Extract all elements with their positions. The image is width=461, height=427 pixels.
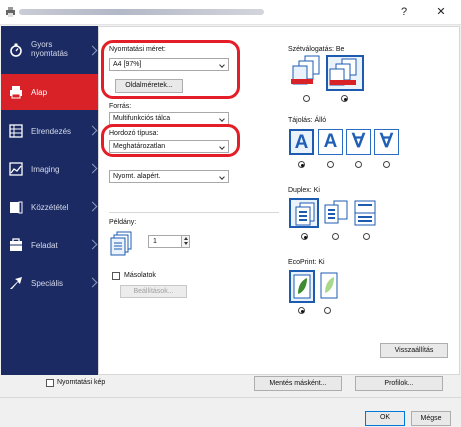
source-label: Forrás:: [109, 103, 132, 110]
sidebar-item-publishing[interactable]: Közzététel: [1, 190, 98, 224]
divider: [109, 212, 279, 213]
chevron-right-icon: [87, 239, 98, 250]
duplex-short-edge-radio[interactable]: [363, 233, 370, 240]
duplex-long-edge-icon[interactable]: [323, 199, 349, 229]
copies-checkbox-label: Másolatok: [124, 272, 156, 279]
collate-value: Be: [335, 46, 345, 53]
dialog-footer: Nyomtatási kép Mentés másként... Profilo…: [0, 376, 461, 427]
sidebar-item-label: Alap: [31, 88, 48, 97]
ok-button[interactable]: OK: [365, 411, 405, 426]
sidebar-item-layout[interactable]: Elrendezés: [1, 114, 98, 148]
footer-divider: [0, 397, 461, 398]
publishing-icon: [10, 201, 23, 214]
sidebar-item-label: Elrendezés: [31, 127, 72, 136]
collate-on-icon: [329, 58, 357, 86]
title-bar: ? ✕: [0, 0, 461, 25]
single-sided-icon: [295, 202, 315, 226]
orientation-radio-4[interactable]: [383, 161, 390, 168]
printing-preferences-window: ? ✕ Gyors nyomtatás Alap Elrendezés Imag…: [0, 0, 461, 427]
copies-spinner[interactable]: 1: [148, 235, 190, 248]
sidebar-item-label: Imaging: [31, 165, 60, 174]
copies-label: Példány:: [109, 219, 137, 226]
print-default-combo[interactable]: Nyomt. alapért.: [109, 170, 229, 183]
layout-icon: [9, 124, 23, 138]
sidebar-item-label: Közzététel: [31, 203, 69, 212]
chevron-down-icon: [219, 174, 225, 180]
reset-button[interactable]: Visszaállítás: [380, 343, 448, 358]
sidebar-item-advanced[interactable]: Speciális: [1, 266, 98, 300]
orientation-radio-2[interactable]: [327, 161, 334, 168]
settings-button[interactable]: Beállítások...: [120, 285, 187, 298]
imaging-icon: [9, 162, 23, 176]
duplex-value: Ki: [313, 187, 320, 194]
collate-label: Szétválogatás: Be: [288, 46, 345, 53]
orientation-rotated-landscape-option[interactable]: ∀: [374, 129, 399, 155]
sidebar-item-label: Gyors nyomtatás: [31, 40, 68, 58]
help-button[interactable]: ?: [395, 4, 413, 20]
chevron-right-icon: [87, 45, 98, 56]
duplex-off-radio[interactable]: [301, 233, 308, 240]
source-value: Multifunkciós tálca: [113, 115, 171, 122]
ecoprint-value: Ki: [318, 259, 325, 266]
sidebar-item-basic[interactable]: Alap: [1, 74, 98, 110]
ecoprint-off-option[interactable]: [289, 270, 315, 303]
sidebar-item-imaging[interactable]: Imaging: [1, 152, 98, 186]
sidebar-item-quick-print[interactable]: Gyors nyomtatás: [1, 30, 98, 70]
close-button[interactable]: ✕: [432, 4, 450, 20]
ecoprint-label: EcoPrint: Ki: [288, 259, 325, 266]
spinner-arrows-icon[interactable]: [181, 236, 189, 247]
orientation-radio-3[interactable]: [355, 161, 362, 168]
orientation-landscape-option[interactable]: A: [318, 129, 343, 155]
cancel-button[interactable]: Mégse: [411, 411, 451, 426]
stopwatch-icon: [10, 43, 22, 57]
orientation-radio-1[interactable]: [298, 161, 305, 168]
duplex-long-edge-radio[interactable]: [332, 233, 339, 240]
job-icon: [10, 238, 22, 251]
highlight-ring-print-size: [101, 40, 240, 99]
printer-app-icon: [6, 7, 15, 17]
blurred-window-title: [19, 9, 264, 15]
chevron-down-icon: [219, 116, 225, 122]
orientation-portrait-option[interactable]: A: [289, 129, 314, 155]
copies-stack-icon: [110, 231, 132, 256]
leaf-light-icon[interactable]: [320, 272, 338, 300]
highlight-ring-media-type: [101, 124, 240, 157]
print-preview-label: Nyomtatási kép: [57, 379, 106, 386]
profiles-button[interactable]: Profilok...: [355, 376, 443, 391]
sidebar-item-job[interactable]: Feladat: [1, 228, 98, 262]
sidebar-item-label: Speciális: [31, 279, 64, 288]
chevron-right-icon: [87, 201, 98, 212]
save-as-button[interactable]: Mentés másként...: [254, 376, 342, 391]
orientation-value: Álló: [314, 117, 327, 124]
advanced-arrow-icon: [10, 277, 22, 289]
copies-value: 1: [153, 238, 157, 245]
collate-on-radio[interactable]: [341, 95, 348, 102]
leaf-dark-icon: [293, 274, 311, 299]
collate-off-icon[interactable]: [289, 55, 325, 89]
ecoprint-on-radio[interactable]: [324, 307, 331, 314]
orientation-label: Tájolás: Álló: [288, 117, 327, 124]
chevron-right-icon: [87, 163, 98, 174]
orientation-rotated-portrait-option[interactable]: ∀: [346, 129, 371, 155]
collate-off-radio[interactable]: [303, 95, 310, 102]
print-default-value: Nyomt. alapért.: [113, 173, 161, 180]
duplex-off-option[interactable]: [289, 198, 319, 228]
ecoprint-off-radio[interactable]: [298, 307, 305, 314]
sidebar: Gyors nyomtatás Alap Elrendezés Imaging: [1, 26, 98, 375]
copies-checkbox[interactable]: [112, 272, 120, 280]
chevron-right-icon: [87, 277, 98, 288]
print-preview-checkbox[interactable]: [46, 379, 54, 387]
duplex-label: Duplex: Ki: [288, 187, 320, 194]
printer-icon: [10, 86, 22, 99]
duplex-short-edge-icon[interactable]: [352, 199, 378, 229]
sidebar-item-label: Feladat: [31, 241, 58, 250]
collate-on-option[interactable]: [326, 55, 364, 91]
basic-settings-panel: Nyomtatási méret: A4 [97%] Oldalméretek.…: [98, 26, 460, 375]
chevron-right-icon: [87, 125, 98, 136]
